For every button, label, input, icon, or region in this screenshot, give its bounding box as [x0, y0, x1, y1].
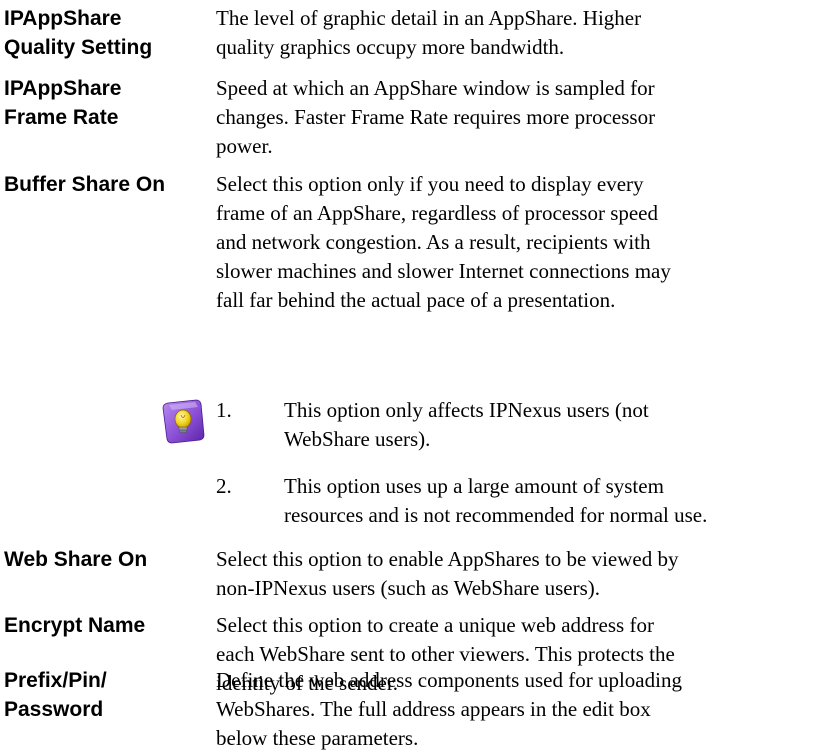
term-line: Web Share On	[4, 548, 148, 571]
definition-line: each WebShare sent to other viewers. Thi…	[216, 642, 675, 666]
definition-buffer-share-on: Select this option only if you need to d…	[216, 170, 822, 315]
definition-line: fall far behind the actual pace of a pre…	[216, 288, 616, 312]
term-line: Prefix/Pin/	[4, 669, 107, 692]
definition-line: Speed at which an AppShare window is sam…	[216, 76, 655, 100]
definition-line: and network congestion. As a result, rec…	[216, 230, 651, 254]
term-prefix-pin-password: Prefix/Pin/ Password	[4, 666, 214, 724]
note-number: 2.	[216, 474, 232, 498]
definition-line: Select this option only if you need to d…	[216, 172, 644, 196]
term-line: Buffer Share On	[4, 173, 166, 196]
term-line: IPAppShare	[4, 77, 122, 100]
definition-line: frame of an AppShare, regardless of proc…	[216, 201, 659, 225]
term-web-share-on: Web Share On	[4, 545, 214, 574]
term-encrypt-name: Encrypt Name	[4, 611, 214, 640]
term-ipappshare-quality-setting: IPAppShare Quality Setting	[4, 4, 214, 62]
term-buffer-share-on: Buffer Share On	[4, 170, 214, 199]
note-text: This option uses up a large amount of sy…	[284, 472, 707, 530]
definition-line: quality graphics occupy more bandwidth.	[216, 35, 565, 59]
definition-line: power.	[216, 134, 273, 158]
definition-line: below these parameters.	[216, 726, 419, 750]
definition-ipappshare-frame-rate: Speed at which an AppShare window is sam…	[216, 74, 822, 161]
definition-web-share-on: Select this option to enable AppShares t…	[216, 545, 822, 603]
term-line: Quality Setting	[4, 36, 153, 59]
definition-prefix-pin-password: Define the web address components used f…	[216, 666, 822, 753]
note-line: This option uses up a large amount of sy…	[284, 474, 664, 498]
term-line: Encrypt Name	[4, 614, 146, 637]
definition-line: Select this option to enable AppShares t…	[216, 547, 679, 571]
definition-line: The level of graphic detail in an AppSha…	[216, 6, 642, 30]
term-line: Frame Rate	[4, 106, 119, 129]
term-line: IPAppShare	[4, 7, 122, 30]
note-line: WebShare users).	[284, 427, 431, 451]
note-text: This option only affects IPNexus users (…	[284, 396, 649, 454]
definition-line: Select this option to create a unique we…	[216, 613, 654, 637]
term-line: Password	[4, 698, 104, 721]
note-number: 1.	[216, 398, 232, 422]
term-ipappshare-frame-rate: IPAppShare Frame Rate	[4, 74, 214, 132]
note-line: resources and is not recommended for nor…	[284, 503, 708, 527]
definition-line: non-IPNexus users (such as WebShare user…	[216, 576, 601, 600]
definition-line: slower machines and slower Internet conn…	[216, 259, 671, 283]
definition-line: changes. Faster Frame Rate requires more…	[216, 105, 656, 129]
definition-line: Define the web address components used f…	[216, 668, 682, 692]
definition-line: WebShares. The full address appears in t…	[216, 697, 651, 721]
definition-ipappshare-quality-setting: The level of graphic detail in an AppSha…	[216, 4, 822, 62]
lightbulb-tip-icon	[162, 399, 205, 444]
note-line: This option only affects IPNexus users (…	[284, 398, 649, 422]
